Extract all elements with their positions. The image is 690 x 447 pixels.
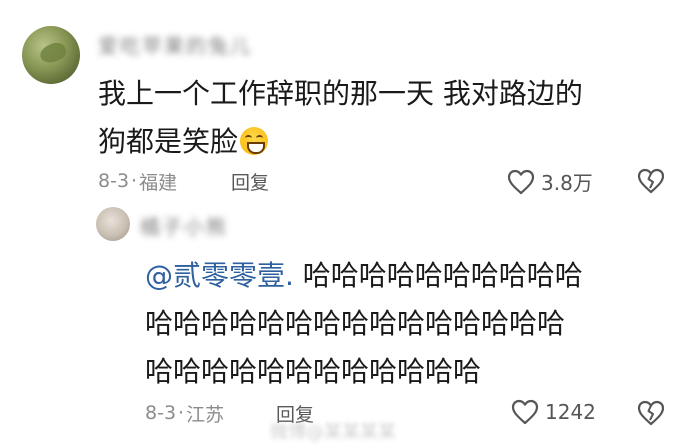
username[interactable]: 橘子小熊 — [140, 211, 228, 240]
broken-heart-icon[interactable] — [637, 400, 665, 426]
comment-meta: 8-3 · 福建 — [98, 167, 177, 195]
avatar[interactable] — [22, 26, 80, 84]
avatar-image — [37, 39, 69, 67]
comment-text-line-1: @贰零零壹. 哈哈哈哈哈哈哈哈哈哈 — [145, 252, 675, 300]
like-count: 3.8万 — [541, 171, 593, 195]
comment-location: 江苏 — [186, 403, 225, 426]
comment-text-line: 狗都是笑脸 — [98, 125, 239, 158]
username[interactable]: 爱吃苹果的兔儿 — [98, 30, 252, 59]
mention-link[interactable]: @贰零零壹. — [145, 259, 294, 292]
reply-button[interactable]: 回复 — [231, 168, 269, 195]
comment-text-line-2: 狗都是笑脸 — [98, 118, 668, 166]
grinning-face-emoji-icon — [240, 127, 269, 155]
heart-icon — [507, 169, 535, 194]
comment-meta: 8-3 · 江苏 — [145, 399, 224, 427]
meta-separator: · — [131, 170, 138, 192]
comment-text-segment: 哈哈哈哈哈哈哈哈哈哈 — [293, 259, 583, 292]
comment-text-line: 哈哈哈哈哈哈哈哈哈哈哈哈 — [145, 355, 482, 388]
comment-location: 福建 — [139, 171, 178, 194]
avatar[interactable] — [96, 207, 130, 241]
like-button[interactable]: 3.8万 — [507, 167, 593, 196]
like-count: 1242 — [545, 400, 596, 424]
broken-heart-icon[interactable] — [637, 168, 665, 194]
heart-icon — [511, 399, 539, 425]
comment-date: 8-3 — [145, 402, 177, 424]
comment-text: @贰零零壹. 哈哈哈哈哈哈哈哈哈哈 哈哈哈哈哈哈哈哈哈哈哈哈哈哈哈 哈哈哈哈哈哈… — [145, 252, 675, 396]
like-button[interactable]: 1242 — [511, 399, 596, 425]
meta-separator: · — [178, 402, 185, 424]
comment-text-line: 我上一个工作辞职的那一天 我对路边的 — [98, 77, 583, 110]
watermark: 微博@某某某某 — [270, 422, 396, 443]
comment-date: 8-3 — [98, 170, 130, 192]
comment-text: 我上一个工作辞职的那一天 我对路边的 狗都是笑脸 — [98, 70, 668, 166]
comment-text-line: 哈哈哈哈哈哈哈哈哈哈哈哈哈哈哈 — [145, 307, 566, 340]
